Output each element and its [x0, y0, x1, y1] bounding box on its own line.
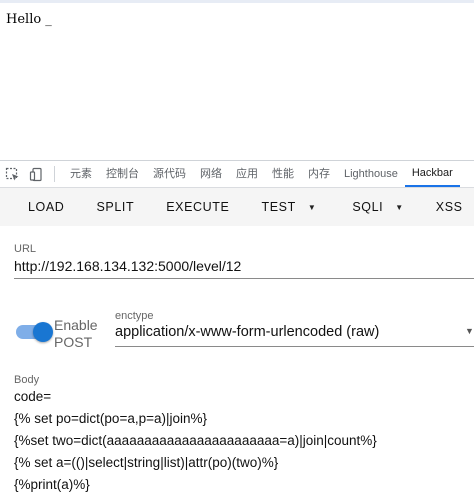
hackbar-toolbar: LOAD SPLIT EXECUTE TEST ▼ SQLI ▼ XSS▼ [0, 188, 474, 226]
body-line: {% set a=(()|select|string|list)|attr(po… [14, 455, 279, 470]
tab-console[interactable]: 控制台 [99, 161, 146, 187]
tab-memory[interactable]: 内存 [301, 161, 337, 187]
page-text: Hello _ [6, 12, 52, 27]
enable-post-label: Enable POST [54, 317, 98, 350]
chevron-down-icon[interactable]: ▼ [465, 326, 474, 336]
test-dropdown-button[interactable]: TEST ▼ [245, 188, 332, 226]
body-textarea[interactable]: code= {% set po=dict(po=a,p=a)|join%} {%… [14, 388, 474, 498]
url-input[interactable]: http://192.168.134.132:5000/level/12 [14, 258, 241, 274]
devtools-tab-bar: 元素 控制台 源代码 网络 应用 性能 内存 Lighthouse Hackba… [0, 160, 474, 188]
body-line: {% set po=dict(po=a,p=a)|join%} [14, 411, 208, 426]
page-viewport: Hello _ [0, 3, 474, 160]
tab-network[interactable]: 网络 [193, 161, 229, 187]
split-button[interactable]: SPLIT [80, 188, 150, 226]
execute-button[interactable]: EXECUTE [150, 188, 245, 226]
execute-label: EXECUTE [166, 200, 230, 214]
sqli-label: SQLI [352, 200, 384, 214]
load-button[interactable]: LOAD [14, 188, 80, 226]
test-label: TEST [261, 200, 296, 214]
url-field-underline [14, 278, 474, 279]
tab-elements[interactable]: 元素 [63, 161, 99, 187]
load-label: LOAD [28, 200, 65, 214]
url-field-label: URL [14, 243, 37, 255]
xss-label: XSS [435, 200, 463, 214]
caret-down-icon: ▼ [395, 202, 404, 212]
inspect-icon[interactable] [0, 161, 24, 187]
hackbar-panel: LOAD SPLIT EXECUTE TEST▼ SQLI▼ XSS▼ URL … [0, 188, 474, 504]
xss-dropdown-button[interactable]: XSS▼ [420, 188, 474, 226]
enctype-field-label: enctype [115, 310, 154, 322]
device-toolbar-icon[interactable] [24, 161, 48, 187]
body-line: code= [14, 389, 52, 404]
body-field-label: Body [14, 374, 40, 386]
enable-post-toggle[interactable] [16, 322, 53, 342]
sqli-dropdown-button[interactable]: SQLI ▼ [336, 188, 419, 226]
toggle-knob [33, 322, 53, 342]
enctype-select[interactable]: application/x-www-form-urlencoded (raw) [115, 324, 379, 340]
enctype-field-underline [115, 346, 474, 347]
tab-performance[interactable]: 性能 [265, 161, 301, 187]
tab-sources[interactable]: 源代码 [146, 161, 193, 187]
tab-lighthouse[interactable]: Lighthouse [337, 161, 405, 187]
body-line: {%print(a)%} [14, 477, 90, 492]
split-label: SPLIT [96, 200, 135, 214]
tab-application[interactable]: 应用 [229, 161, 265, 187]
tab-hackbar[interactable]: Hackbar [404, 161, 460, 187]
caret-down-icon: ▼ [307, 202, 317, 212]
toolbar-separator [54, 166, 55, 182]
body-line: {%set two=dict(aaaaaaaaaaaaaaaaaaaaaaa=a… [14, 433, 377, 448]
